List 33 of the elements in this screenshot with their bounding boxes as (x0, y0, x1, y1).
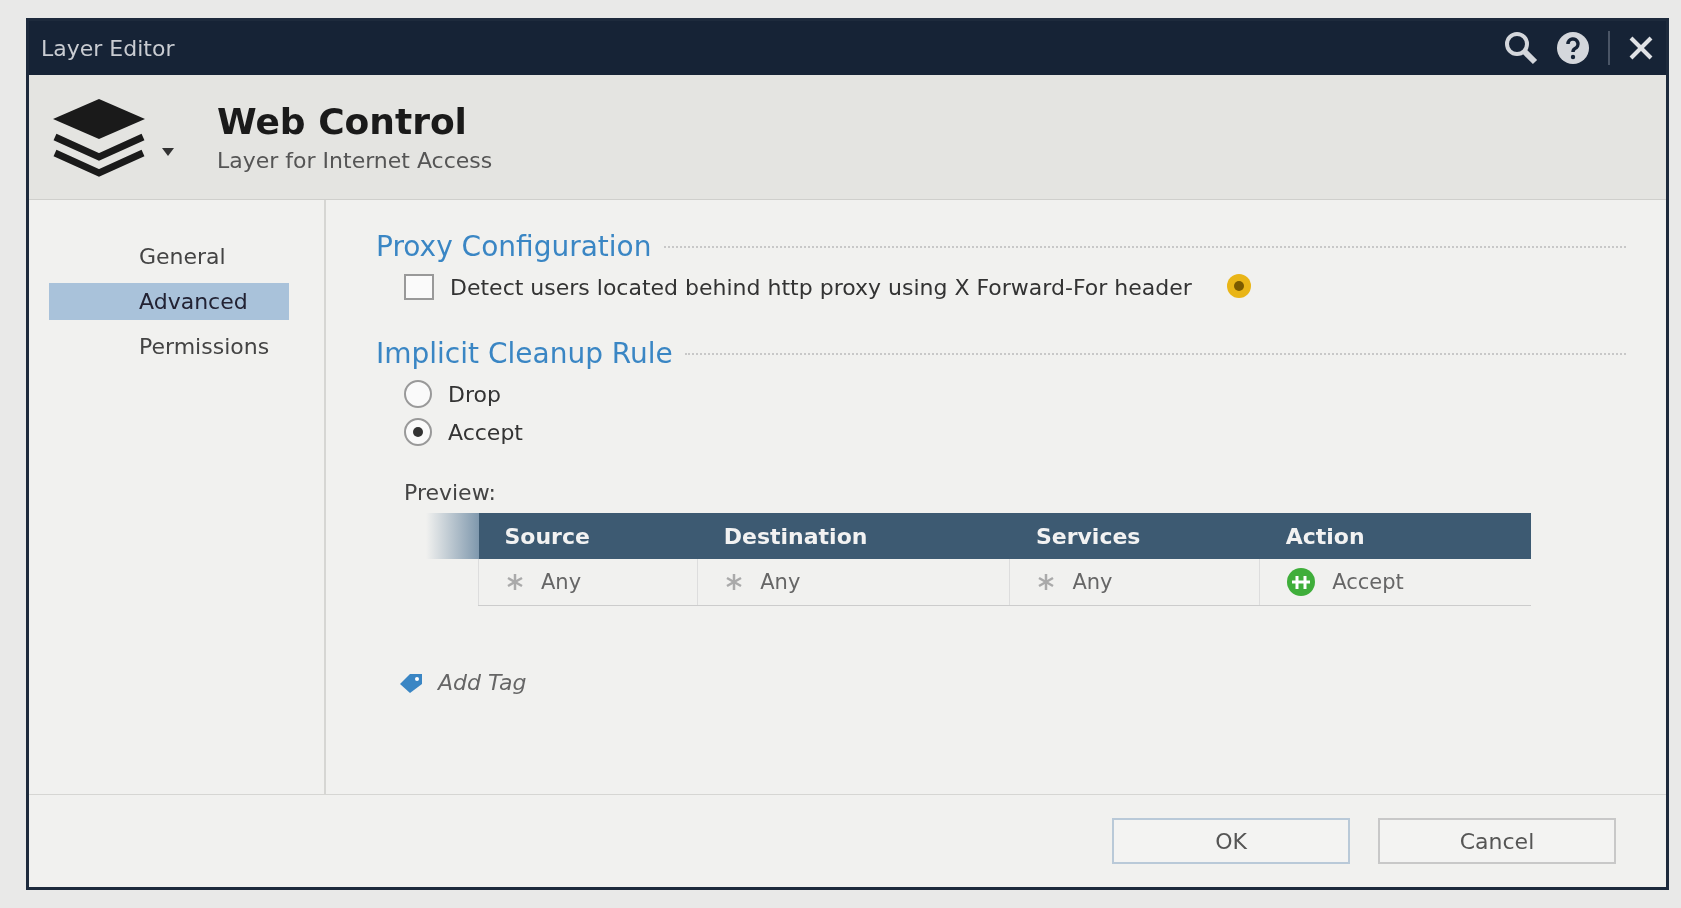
checkbox[interactable] (404, 274, 434, 300)
help-icon[interactable] (1556, 31, 1590, 65)
search-icon[interactable] (1504, 31, 1538, 65)
section-heading: Proxy Configuration (376, 230, 652, 263)
cancel-button[interactable]: Cancel (1378, 818, 1616, 864)
add-tag-link[interactable]: Add Tag (438, 670, 527, 695)
sidebar-item[interactable]: Permissions (49, 328, 289, 365)
column-header: Services (1009, 513, 1260, 559)
column-header: Destination (697, 513, 1010, 559)
sidebar-item[interactable]: General (49, 238, 289, 275)
column-header: Source (478, 513, 698, 559)
dropdown-caret-icon[interactable] (161, 147, 175, 157)
table-cell: Any (760, 570, 801, 594)
radio-button[interactable] (404, 380, 432, 408)
window-title: Layer Editor (41, 35, 176, 61)
asterisk-icon (505, 572, 525, 592)
layer-title: Web Control (217, 101, 468, 142)
layer-subtitle: Layer for Internet Access (217, 148, 493, 173)
ok-button[interactable]: OK (1112, 818, 1350, 864)
table-cell: Accept (1332, 570, 1404, 594)
section-heading: Implicit Cleanup Rule (376, 337, 673, 370)
tag-icon[interactable] (398, 671, 424, 694)
table-cell: Any (541, 570, 582, 594)
column-header: Action (1259, 513, 1531, 559)
table-cell: Any (1072, 570, 1113, 594)
accept-icon (1286, 567, 1317, 597)
close-icon[interactable] (1628, 35, 1654, 61)
radio-label: Accept (448, 419, 523, 445)
radio-button[interactable] (404, 418, 432, 446)
preview-label: Preview: (404, 480, 497, 505)
sidebar-item[interactable]: Advanced (49, 283, 289, 320)
radio-label: Drop (448, 381, 501, 407)
checkbox-label: Detect users located behind http proxy using X Forward-For header (450, 274, 1192, 300)
